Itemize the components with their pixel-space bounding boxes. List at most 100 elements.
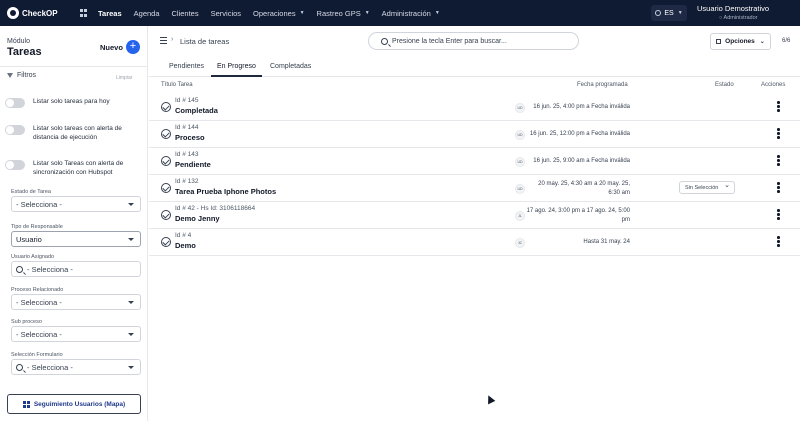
checkop-logo-icon xyxy=(7,7,19,19)
nav-item-label: Agenda xyxy=(133,8,160,18)
table-row[interactable]: Id # 144 Proceso UD 16 jun. 25, 12:00 pm a … xyxy=(149,121,800,148)
nav-item-operaciones[interactable]: Operaciones ▼ xyxy=(253,9,304,18)
task-id: Id # 145 xyxy=(175,97,199,104)
options-button[interactable]: Opciones ⌄ xyxy=(710,33,771,50)
toggle-switch[interactable] xyxy=(5,125,25,135)
user-menu[interactable]: Usuario Demostrativo Administrador xyxy=(697,4,795,21)
field-value: Usuario xyxy=(16,234,42,244)
task-name[interactable]: Demo Jenny xyxy=(175,214,220,223)
field-value: - Selecciona - xyxy=(27,362,73,372)
language-label: ES xyxy=(664,9,674,17)
more-actions-icon[interactable] xyxy=(777,182,780,194)
user-tracking-map-button[interactable]: Seguimiento Usuarios (Mapa) xyxy=(7,394,141,414)
tab-pendientes[interactable]: Pendientes xyxy=(169,63,204,70)
toggle-switch[interactable] xyxy=(5,98,25,108)
status-tabs: Pendientes En Progreso Completadas xyxy=(149,57,800,77)
nav-menu: Tareas Agenda Clientes Servicios Operaciones… xyxy=(98,9,452,18)
date-line: 16 jun. 25, 4:00 pm a Fecha inválida xyxy=(533,104,630,110)
apps-grid-icon[interactable] xyxy=(80,9,88,17)
field-label: Tipo de Responsable xyxy=(11,224,63,230)
avatar: UD xyxy=(515,184,525,194)
task-id: Id # 42 - Hs Id: 3106118664 xyxy=(175,205,256,212)
check-circle-icon[interactable] xyxy=(161,156,171,166)
nav-item-label: Operaciones xyxy=(253,8,296,18)
map-button-label: Seguimiento Usuarios (Mapa) xyxy=(33,400,126,408)
nav-item-administraci-n[interactable]: Administración ▼ xyxy=(382,9,440,18)
field-label: Usuario Asignado xyxy=(11,254,55,260)
tab-en-progreso[interactable]: En Progreso xyxy=(217,63,256,70)
table-row[interactable]: Id # 143 Pendiente UD 16 jun. 25, 9:00 am a… xyxy=(149,148,800,175)
brand[interactable]: CheckOP xyxy=(7,7,75,19)
task-name[interactable]: Proceso xyxy=(175,133,205,142)
field-label: Estado de Tarea xyxy=(11,189,51,195)
nav-item-tareas[interactable]: Tareas xyxy=(98,9,122,18)
column-state[interactable]: Estado xyxy=(715,82,734,88)
module-label: Módulo xyxy=(7,38,30,45)
nav-item-label: Clientes xyxy=(171,8,199,18)
table-row[interactable]: Id # 132 Tarea Prueba Iphone Photos UD 20 m… xyxy=(149,175,800,202)
nav-item-agenda[interactable]: Agenda xyxy=(134,9,160,18)
toggle-switch[interactable] xyxy=(5,160,25,170)
task-name[interactable]: Tarea Prueba Iphone Photos xyxy=(175,187,276,196)
tab-completadas[interactable]: Completadas xyxy=(270,63,311,70)
chevron-down-icon: ⌄ xyxy=(759,39,765,45)
brand-name: CheckOP xyxy=(22,8,58,18)
select-dropdown[interactable]: Usuario xyxy=(11,231,141,247)
active-tab-indicator xyxy=(211,75,262,77)
table-row[interactable]: Id # 4 Demo JC Hasta 31 may. 24 xyxy=(149,229,800,256)
nav-item-clientes[interactable]: Clientes xyxy=(172,9,199,18)
chevron-down-icon: ▼ xyxy=(299,10,305,16)
new-task-label[interactable]: Nuevo xyxy=(100,43,123,52)
select-dropdown[interactable]: - Selecciona - xyxy=(11,294,141,310)
scheduled-date: Hasta 31 may. 24 xyxy=(583,238,630,247)
columns-icon xyxy=(716,39,722,44)
more-actions-icon[interactable] xyxy=(777,155,780,167)
scheduled-date: 16 jun. 25, 4:00 pm a Fecha inválida xyxy=(533,103,630,112)
search-icon xyxy=(16,363,23,371)
task-name[interactable]: Completada xyxy=(175,106,218,115)
more-actions-icon[interactable] xyxy=(777,128,780,140)
more-actions-icon[interactable] xyxy=(777,101,780,113)
filters-header: Filtros xyxy=(7,72,36,79)
new-task-button[interactable]: + xyxy=(126,40,140,54)
nav-item-servicios[interactable]: Servicios xyxy=(211,9,241,18)
table-row[interactable]: Id # 145 Completada UD 16 jun. 25, 4:00 pm … xyxy=(149,94,800,121)
toggle-label: Listar solo tareas para hoy xyxy=(33,98,110,105)
search-box[interactable]: Presione la tecla Enter para buscar... xyxy=(368,32,579,50)
check-circle-icon[interactable] xyxy=(161,129,171,139)
field-value: - Selecciona - xyxy=(16,329,62,339)
check-circle-icon[interactable] xyxy=(161,102,171,112)
main-content: › Lista de tareas Presione la tecla Ente… xyxy=(149,26,800,421)
avatar: JL xyxy=(515,211,525,221)
search-select[interactable]: - Selecciona - xyxy=(11,359,141,375)
language-selector[interactable]: ES ▼ xyxy=(651,5,687,21)
avatar: JC xyxy=(515,238,525,248)
column-actions: Acciones xyxy=(761,82,786,88)
menu-toggle-icon[interactable] xyxy=(160,37,167,46)
search-select[interactable]: - Selecciona - xyxy=(11,261,141,277)
date-line: Hasta 31 may. 24 xyxy=(583,239,630,245)
check-circle-icon[interactable] xyxy=(161,210,171,220)
filter-field: Estado de Tarea - Selecciona - xyxy=(11,189,141,212)
task-name[interactable]: Demo xyxy=(175,241,196,250)
check-circle-icon[interactable] xyxy=(161,183,171,193)
select-dropdown[interactable]: - Selecciona - xyxy=(11,196,141,212)
task-id: Id # 132 xyxy=(175,178,199,185)
search-input[interactable]: Presione la tecla Enter para buscar... xyxy=(392,38,507,45)
map-grid-icon xyxy=(22,400,30,408)
toggle-label: Listar solo tareas con alerta de distanc… xyxy=(33,125,122,141)
filter-icon xyxy=(7,73,13,78)
more-actions-icon[interactable] xyxy=(777,236,780,248)
table-row[interactable]: Id # 42 - Hs Id: 3106118664 Demo Jenny JL 1… xyxy=(149,202,800,229)
clear-filters-link[interactable]: Limpiar xyxy=(116,75,132,81)
more-actions-icon[interactable] xyxy=(777,209,780,221)
chevron-down-icon xyxy=(128,366,134,369)
state-select[interactable]: Sin Selección xyxy=(679,181,735,194)
task-name[interactable]: Pendiente xyxy=(175,160,211,169)
column-title[interactable]: Título Tarea xyxy=(161,82,193,88)
column-date[interactable]: Fecha programada xyxy=(577,82,628,88)
select-dropdown[interactable]: - Selecciona - xyxy=(11,326,141,342)
globe-icon xyxy=(655,10,662,16)
nav-item-rastreo-gps[interactable]: Rastreo GPS ▼ xyxy=(317,9,370,18)
check-circle-icon[interactable] xyxy=(161,237,171,247)
